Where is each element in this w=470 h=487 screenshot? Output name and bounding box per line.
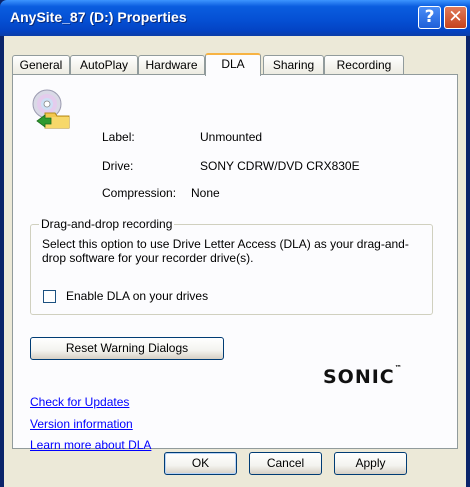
group-description: Select this option to use Drive Letter A… bbox=[42, 237, 409, 265]
compression-value: None bbox=[191, 186, 220, 200]
cd-drive-with-folder-icon bbox=[32, 89, 70, 129]
label-value: Unmounted bbox=[200, 130, 263, 144]
drive-key: Drive: bbox=[102, 159, 134, 173]
dla-tab-panel: Label: Unmounted Drive: SONY CDRW/DVD CR… bbox=[12, 74, 458, 452]
drag-and-drop-group: Drag-and-drop recording Select this opti… bbox=[30, 217, 433, 315]
sonic-logo: SONIC™ bbox=[323, 364, 402, 388]
enable-dla-label[interactable]: Enable DLA on your drives bbox=[66, 289, 208, 303]
label-key: Label: bbox=[102, 130, 135, 144]
tab-autoplay[interactable]: AutoPlay bbox=[70, 55, 138, 75]
tab-general[interactable]: General bbox=[12, 55, 70, 75]
trademark-mark: ™ bbox=[394, 364, 402, 372]
tab-hardware[interactable]: Hardware bbox=[138, 55, 205, 75]
tab-dla[interactable]: DLA bbox=[205, 53, 261, 76]
drive-value: SONY CDRW/DVD CRX830E bbox=[200, 159, 360, 173]
group-title: Drag-and-drop recording bbox=[39, 217, 175, 231]
tab-recording[interactable]: Recording bbox=[324, 55, 404, 75]
check-for-updates-link[interactable]: Check for Updates bbox=[30, 395, 129, 409]
reset-warning-dialogs-button[interactable]: Reset Warning Dialogs bbox=[30, 337, 224, 360]
window-title: AnySite_87 (D:) Properties bbox=[10, 9, 187, 25]
brand-name: SONIC bbox=[323, 366, 395, 388]
apply-button[interactable]: Apply bbox=[334, 452, 407, 475]
ok-button[interactable]: OK bbox=[164, 452, 237, 475]
close-icon[interactable]: ✕ bbox=[444, 6, 467, 29]
title-bar[interactable]: AnySite_87 (D:) Properties ? ✕ bbox=[0, 0, 470, 36]
learn-more-dla-link[interactable]: Learn more about DLA bbox=[30, 438, 151, 452]
tab-sharing[interactable]: Sharing bbox=[263, 55, 324, 75]
version-information-link[interactable]: Version information bbox=[30, 417, 133, 431]
compression-key: Compression: bbox=[102, 186, 177, 200]
dialog-body: General AutoPlay Hardware DLA Sharing Re… bbox=[4, 36, 466, 487]
tab-strip: General AutoPlay Hardware DLA Sharing Re… bbox=[12, 53, 452, 76]
help-icon[interactable]: ? bbox=[418, 6, 441, 29]
enable-dla-checkbox[interactable] bbox=[43, 290, 56, 303]
cancel-button[interactable]: Cancel bbox=[249, 452, 322, 475]
properties-window: AnySite_87 (D:) Properties ? ✕ General A… bbox=[0, 0, 470, 487]
